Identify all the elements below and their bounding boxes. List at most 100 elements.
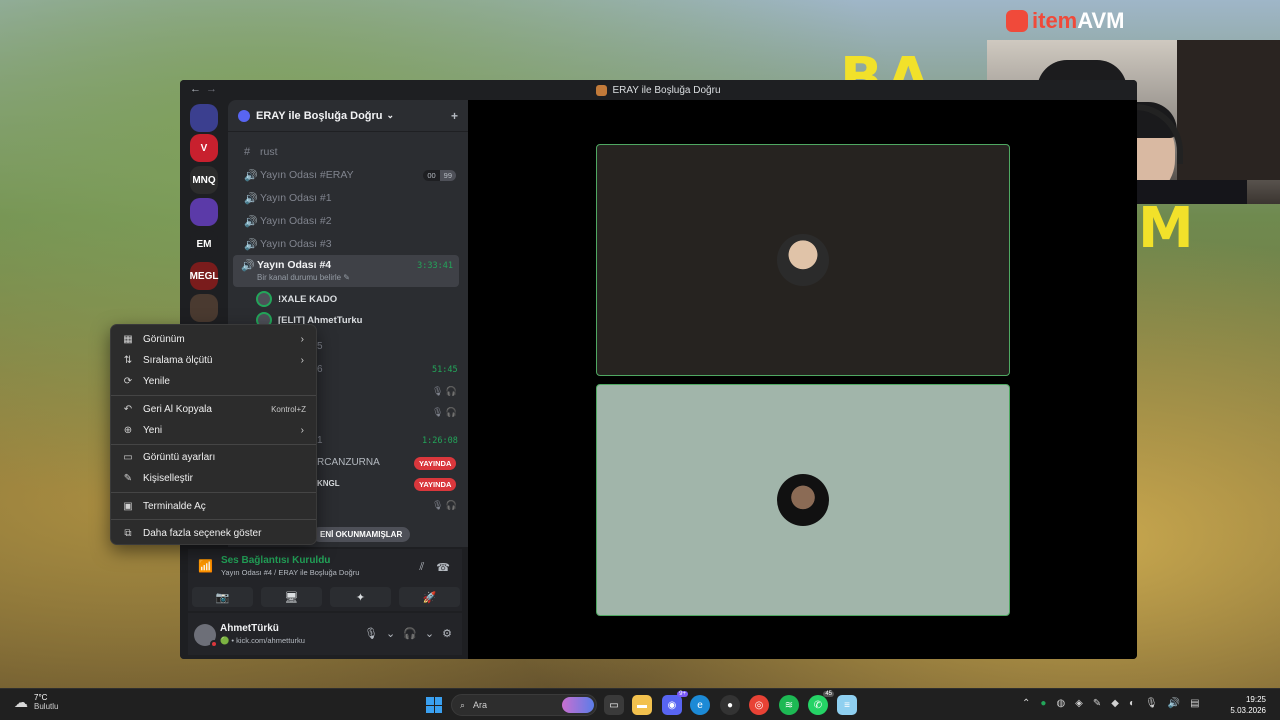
volume-icon[interactable]: 🔊	[1168, 698, 1180, 709]
chevron-down-icon[interactable]: ⌄	[386, 627, 395, 640]
gear-icon[interactable]: ⚙	[442, 627, 452, 640]
user-custom-status: 🟢 • kick.com/ahmetturku	[220, 636, 305, 645]
guild-2[interactable]: MNQ	[190, 166, 218, 194]
menu-label: Kişiselleştir	[143, 472, 194, 484]
guild-6[interactable]	[190, 294, 218, 322]
chevron-down-icon[interactable]: ⌄	[425, 627, 434, 640]
noise-suppression-icon[interactable]: ⫽	[419, 561, 424, 574]
voice-member[interactable]: !XALE KADO	[256, 289, 337, 309]
tray-app-icon[interactable]: ◐	[1129, 698, 1135, 709]
member-fragment: KNGL	[317, 479, 340, 488]
edge-icon[interactable]: e	[690, 695, 710, 715]
chevron-up-icon[interactable]: ⌃	[1022, 698, 1030, 709]
chrome-icon[interactable]: ◎	[749, 695, 769, 715]
status-indicator	[210, 640, 218, 648]
disconnect-icon[interactable]: ☎	[436, 561, 450, 574]
headphones-icon[interactable]: 🎧	[403, 627, 417, 640]
invite-people-icon[interactable]: +	[451, 109, 458, 123]
speaker-icon: 🔊	[244, 192, 258, 205]
chevron-right-icon: ›	[300, 354, 304, 366]
menu-divider	[111, 519, 316, 520]
taskbar: ☁ 7°C Bulutlu ⌕ Ara ▭ ▬ ◉ 9+ e ● ◎ ≋ ✆ 45 …	[0, 688, 1280, 720]
voice-stage	[468, 100, 1137, 659]
channel-yayin-1[interactable]: 🔊 Yayın Odası #1	[236, 187, 462, 209]
guild-0[interactable]	[190, 104, 218, 132]
pen-icon[interactable]: ✎	[1093, 698, 1101, 709]
taskbar-search[interactable]: ⌕ Ara	[451, 694, 597, 716]
channel-name: Yayın Odası #4	[257, 259, 332, 271]
screen-share-button[interactable]: 🖥	[261, 587, 322, 607]
channel-rust[interactable]: # rust	[236, 141, 462, 163]
menu-item-undo-copy[interactable]: ↶ Geri Al Kopyala Kontrol+Z	[115, 399, 314, 419]
unread-messages-pill[interactable]: ENİ OKUNMAMIŞLAR	[312, 527, 411, 542]
guild-3[interactable]	[190, 198, 218, 226]
mute-status-icons: 🎙 🎧	[432, 407, 458, 417]
network-app-icon[interactable]: ◈	[1075, 698, 1083, 709]
date: 5.03.2026	[1230, 706, 1266, 715]
spotify-icon[interactable]: ≋	[779, 695, 799, 715]
windows-start-icon[interactable]	[426, 697, 442, 713]
channel-yayin-eray[interactable]: 🔊 Yayın Odası #ERAY 00 99	[236, 164, 462, 186]
chevron-right-icon: ›	[300, 333, 304, 345]
menu-label: Yeni	[143, 424, 163, 436]
app-tray-icon[interactable]: ◆	[1111, 698, 1119, 709]
clock[interactable]: 19:25 5.03.2026	[1230, 694, 1266, 716]
cloud-icon: ☁	[14, 693, 28, 710]
view-icon: ▦	[123, 333, 133, 345]
steam-icon[interactable]: ◍	[1056, 698, 1065, 709]
guild-label: MEGL	[189, 270, 219, 282]
window-title: ERAY ile Boşluğa Doğru	[612, 84, 721, 96]
channel-yayin-2[interactable]: 🔊 Yayın Odası #2	[236, 210, 462, 232]
task-view-icon[interactable]: ▭	[604, 695, 624, 715]
channel-status[interactable]: Bir kanal durumu belirle ✎	[257, 273, 350, 282]
temperature: 7°C	[34, 693, 48, 702]
channel-name: Yayın Odası #2	[260, 215, 332, 227]
menu-item-refresh[interactable]: ⟳ Yenile	[115, 371, 314, 391]
guild-label: EM	[196, 238, 212, 250]
speaker-icon: 🔊	[241, 260, 255, 272]
voice-status[interactable]: 📶 Ses Bağlantısı Kuruldu Yayın Odası #4 …	[198, 555, 359, 577]
participant-tile[interactable]	[596, 384, 1010, 616]
itemavm-logo: itemAVM	[1006, 8, 1125, 34]
live-badge: YAYINDA	[414, 478, 457, 491]
menu-item-personalize[interactable]: ✎ Kişiselleştir	[115, 468, 314, 488]
speaker-icon: 🔊	[244, 215, 258, 228]
status-dot-icon[interactable]: ●	[1040, 698, 1046, 709]
back-arrow-icon[interactable]: ←	[190, 83, 201, 95]
activities-button[interactable]: ✦	[330, 587, 391, 607]
notepad-icon[interactable]: ≡	[837, 695, 857, 715]
channel-yayin-4[interactable]: 🔊 Yayın Odası #4 Bir kanal durumu belirl…	[233, 255, 459, 287]
obs-icon[interactable]: ●	[720, 695, 740, 715]
brush-icon: ✎	[123, 472, 133, 484]
guild-4[interactable]: EM	[190, 230, 218, 258]
file-explorer-icon[interactable]: ▬	[632, 695, 652, 715]
channel-yayin-3[interactable]: 🔊 Yayın Odası #3	[236, 233, 462, 255]
guild-1[interactable]: V	[190, 134, 218, 162]
whatsapp-icon[interactable]: ✆ 45	[808, 691, 834, 715]
member-fragment: RCANZURNA	[317, 457, 380, 468]
menu-item-display-settings[interactable]: ▭ Görüntü ayarları	[115, 447, 314, 467]
forward-arrow-icon[interactable]: →	[206, 83, 217, 95]
server-header[interactable]: ERAY ile Boşluğa Doğru ⌄ +	[228, 100, 468, 132]
menu-item-more-options[interactable]: ⧉ Daha fazla seçenek göster	[115, 523, 314, 543]
soundboard-button[interactable]: 🚀	[399, 587, 460, 607]
wallpaper-text-right: M	[1138, 196, 1194, 261]
microphone-icon[interactable]: 🎙	[1145, 698, 1158, 709]
gamepad-icon	[1006, 10, 1028, 32]
webcam-shelf	[1177, 40, 1280, 180]
participant-tile[interactable]	[596, 144, 1010, 376]
language-icon[interactable]: ▤	[1190, 698, 1199, 709]
guild-5[interactable]: MEGL	[190, 262, 218, 290]
menu-item-sort[interactable]: ⇅ Sıralama ölçütü ›	[115, 350, 314, 370]
camera-button[interactable]: 📷	[192, 587, 253, 607]
hash-icon: #	[244, 146, 251, 158]
server-name: ERAY ile Boşluğa Doğru	[256, 109, 383, 122]
username[interactable]: AhmetTürkü	[220, 623, 279, 634]
menu-item-new[interactable]: ⊕ Yeni ›	[115, 420, 314, 440]
microphone-icon[interactable]: 🎙	[364, 627, 378, 640]
menu-item-open-terminal[interactable]: ▣ Terminalde Aç	[115, 496, 314, 516]
weather-widget[interactable]: ☁ 7°C Bulutlu	[14, 693, 58, 711]
discord-icon[interactable]: ◉ 9+	[662, 691, 688, 715]
search-label: Ara	[473, 700, 488, 710]
menu-item-view[interactable]: ▦ Görünüm ›	[115, 329, 314, 349]
